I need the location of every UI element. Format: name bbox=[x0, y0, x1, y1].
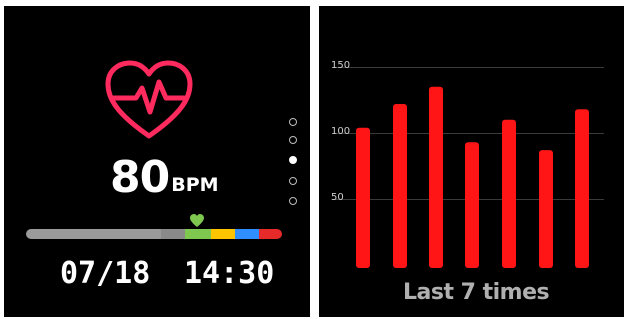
heart-rate-readout: 80 BPM bbox=[110, 150, 219, 200]
page-dot[interactable] bbox=[289, 197, 297, 205]
page-dot[interactable] bbox=[289, 136, 297, 144]
heart-rate-icon bbox=[105, 60, 193, 139]
history-bar-5 bbox=[502, 119, 516, 268]
heart-rate-value: 80 bbox=[110, 152, 170, 203]
current-zone-heart-icon bbox=[190, 214, 204, 227]
page-dot[interactable] bbox=[289, 177, 297, 185]
heart-rate-unit: BPM bbox=[171, 174, 219, 196]
history-bar-4 bbox=[465, 142, 479, 268]
measurement-date: 07/18 bbox=[60, 256, 151, 291]
history-bar-chart bbox=[356, 86, 589, 269]
history-bar-3 bbox=[429, 86, 443, 268]
zone-segment-max bbox=[259, 229, 282, 239]
zone-segment-rest bbox=[26, 229, 161, 239]
measurement-time: 14:30 bbox=[184, 256, 275, 291]
page-indicator[interactable] bbox=[287, 114, 299, 209]
zone-segment-fat-burn bbox=[185, 229, 211, 239]
page-dot[interactable] bbox=[289, 118, 297, 126]
page-dot-active[interactable] bbox=[289, 156, 297, 164]
history-bar-2 bbox=[393, 103, 407, 269]
zone-segment-light bbox=[161, 229, 185, 239]
history-bar-7 bbox=[575, 109, 589, 269]
zone-segment-cardio bbox=[211, 229, 235, 239]
heart-rate-zone-bar bbox=[26, 229, 282, 239]
history-bar-6 bbox=[539, 150, 553, 268]
history-bar-1 bbox=[356, 127, 370, 268]
chart-caption: Last 7 times bbox=[403, 280, 550, 305]
zone-segment-peak bbox=[235, 229, 259, 239]
